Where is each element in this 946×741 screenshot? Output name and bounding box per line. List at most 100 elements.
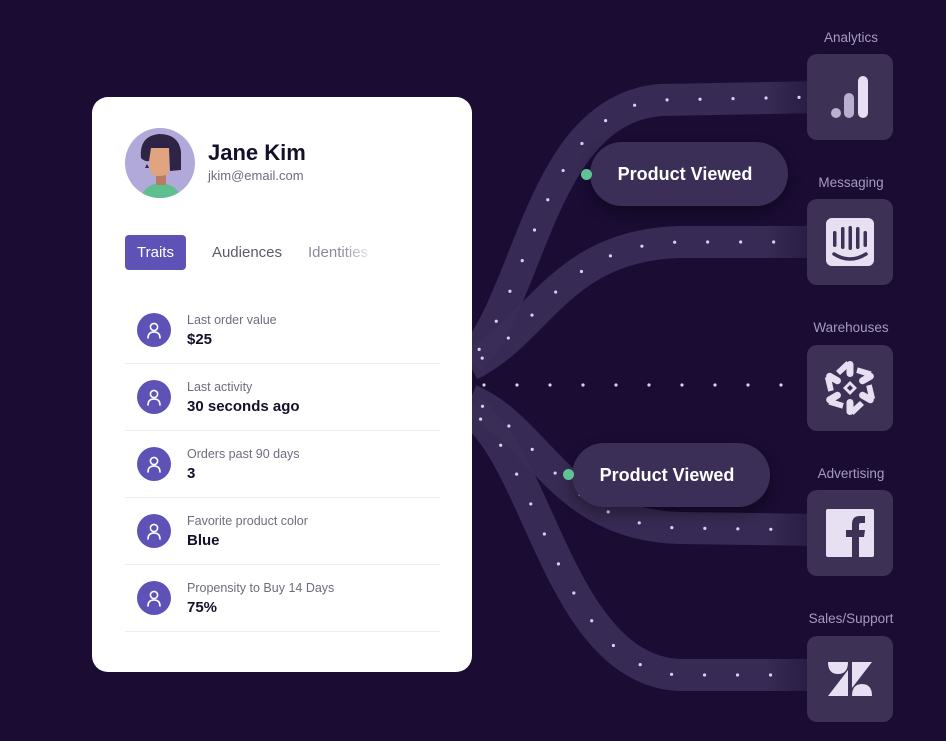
list-item: Propensity to Buy 14 Days 75% xyxy=(125,565,440,632)
flow-dot xyxy=(506,336,510,340)
flow-dot xyxy=(580,141,584,146)
user-icon xyxy=(137,581,171,615)
flow-dot xyxy=(647,383,651,387)
flow-dot xyxy=(579,269,584,274)
flow-dot xyxy=(614,383,618,387)
flow-dot xyxy=(546,198,550,202)
flow-dot xyxy=(572,591,576,595)
flow-dot xyxy=(482,383,486,387)
flow-dot xyxy=(554,290,558,294)
tab-traits[interactable]: Traits xyxy=(125,235,186,270)
event-pill: Product Viewed xyxy=(572,443,770,507)
flow-dot xyxy=(515,383,519,387)
trait-label: Last order value xyxy=(187,313,277,327)
flow-dot xyxy=(499,443,503,447)
flow-dot xyxy=(494,319,498,323)
flow-dot xyxy=(553,471,557,475)
snowflake-icon xyxy=(821,361,879,415)
flow-dot xyxy=(746,383,750,387)
trait-value: 3 xyxy=(187,465,196,482)
flow-dot xyxy=(768,673,773,677)
event-status-dot xyxy=(581,169,592,180)
list-item: Orders past 90 days 3 xyxy=(125,431,440,498)
user-icon xyxy=(137,380,171,414)
flow-dot xyxy=(480,404,485,408)
facebook-icon xyxy=(826,509,874,557)
trait-label: Propensity to Buy 14 Days xyxy=(187,581,335,595)
flow-dot xyxy=(479,417,483,421)
trait-label: Last activity xyxy=(187,380,253,394)
destination-label-warehouses: Warehouses xyxy=(813,320,889,335)
trait-value: 75% xyxy=(187,599,218,616)
destination-label-analytics: Analytics xyxy=(823,30,879,45)
flow-dot xyxy=(706,240,710,244)
flow-dot xyxy=(736,527,740,531)
flow-dot xyxy=(590,619,594,623)
destination-label-sales-support: Sales/Support xyxy=(808,611,894,626)
avatar-illustration-icon xyxy=(125,128,195,198)
list-item: Last order value $25 xyxy=(125,297,440,364)
flow-dot xyxy=(542,532,546,536)
flow-dot xyxy=(772,240,776,244)
avatar xyxy=(125,128,195,198)
trait-value: $25 xyxy=(187,331,213,348)
flow-dot xyxy=(673,240,677,244)
list-item: Favorite product color Blue xyxy=(125,498,440,565)
user-icon xyxy=(137,514,171,548)
flow-dot xyxy=(508,289,512,293)
flow-dot xyxy=(680,383,684,387)
profile-tabs: Traits Audiences Identities xyxy=(125,235,394,270)
event-label: Product Viewed xyxy=(599,464,735,485)
flow-dot xyxy=(515,472,519,476)
list-item: Last activity 30 seconds ago xyxy=(125,364,440,431)
event-status-dot xyxy=(563,469,574,480)
flow-dot xyxy=(637,521,641,525)
tab-identities[interactable]: Identities xyxy=(308,235,368,270)
destination-messaging[interactable] xyxy=(807,199,893,285)
destination-sales-support[interactable] xyxy=(807,636,893,722)
flow-dot xyxy=(530,313,534,317)
trait-value: Blue xyxy=(187,532,220,549)
flow-dot xyxy=(520,259,524,263)
flow-dot xyxy=(608,254,613,258)
intercom-icon xyxy=(826,218,874,266)
profile-email: jkim@email.com xyxy=(208,168,304,183)
destination-advertising[interactable] xyxy=(807,490,893,576)
flow-dot xyxy=(731,97,735,101)
trait-label: Orders past 90 days xyxy=(187,447,300,461)
event-pill: Product Viewed xyxy=(590,142,788,206)
flow-dot xyxy=(556,562,561,566)
flow-dot xyxy=(529,502,533,506)
flow-dot xyxy=(477,347,481,352)
destination-label-advertising: Advertising xyxy=(817,466,885,481)
flow-dot xyxy=(735,673,740,677)
user-icon xyxy=(137,447,171,481)
flow-dot xyxy=(739,240,743,244)
flow-dot xyxy=(769,527,773,531)
flow-dot xyxy=(670,526,674,530)
destination-label-messaging: Messaging xyxy=(818,175,884,190)
event-label: Product Viewed xyxy=(617,163,753,184)
zendesk-icon xyxy=(828,662,872,696)
flow-dot xyxy=(532,228,537,232)
flow-dot xyxy=(638,663,642,667)
flow-dot xyxy=(640,244,644,248)
flow-dot xyxy=(703,526,707,530)
flow-dot xyxy=(606,510,610,514)
traits-list: Last order value $25 Last activity 30 se… xyxy=(125,297,440,632)
flow-dot xyxy=(779,383,783,387)
flow-dot xyxy=(530,447,534,451)
destination-warehouses[interactable] xyxy=(807,345,893,431)
tab-audiences[interactable]: Audiences xyxy=(212,235,282,270)
flow-dot xyxy=(665,98,669,102)
destination-analytics[interactable] xyxy=(807,54,893,140)
flow-dot xyxy=(548,383,552,387)
flow-dot xyxy=(764,96,768,100)
flow-dot xyxy=(633,103,637,107)
flow-dot xyxy=(611,643,616,648)
flow-dot xyxy=(702,673,707,677)
user-icon xyxy=(137,313,171,347)
flow-dot xyxy=(669,672,674,676)
flow-dot xyxy=(581,383,585,387)
flow-dot xyxy=(604,119,608,123)
